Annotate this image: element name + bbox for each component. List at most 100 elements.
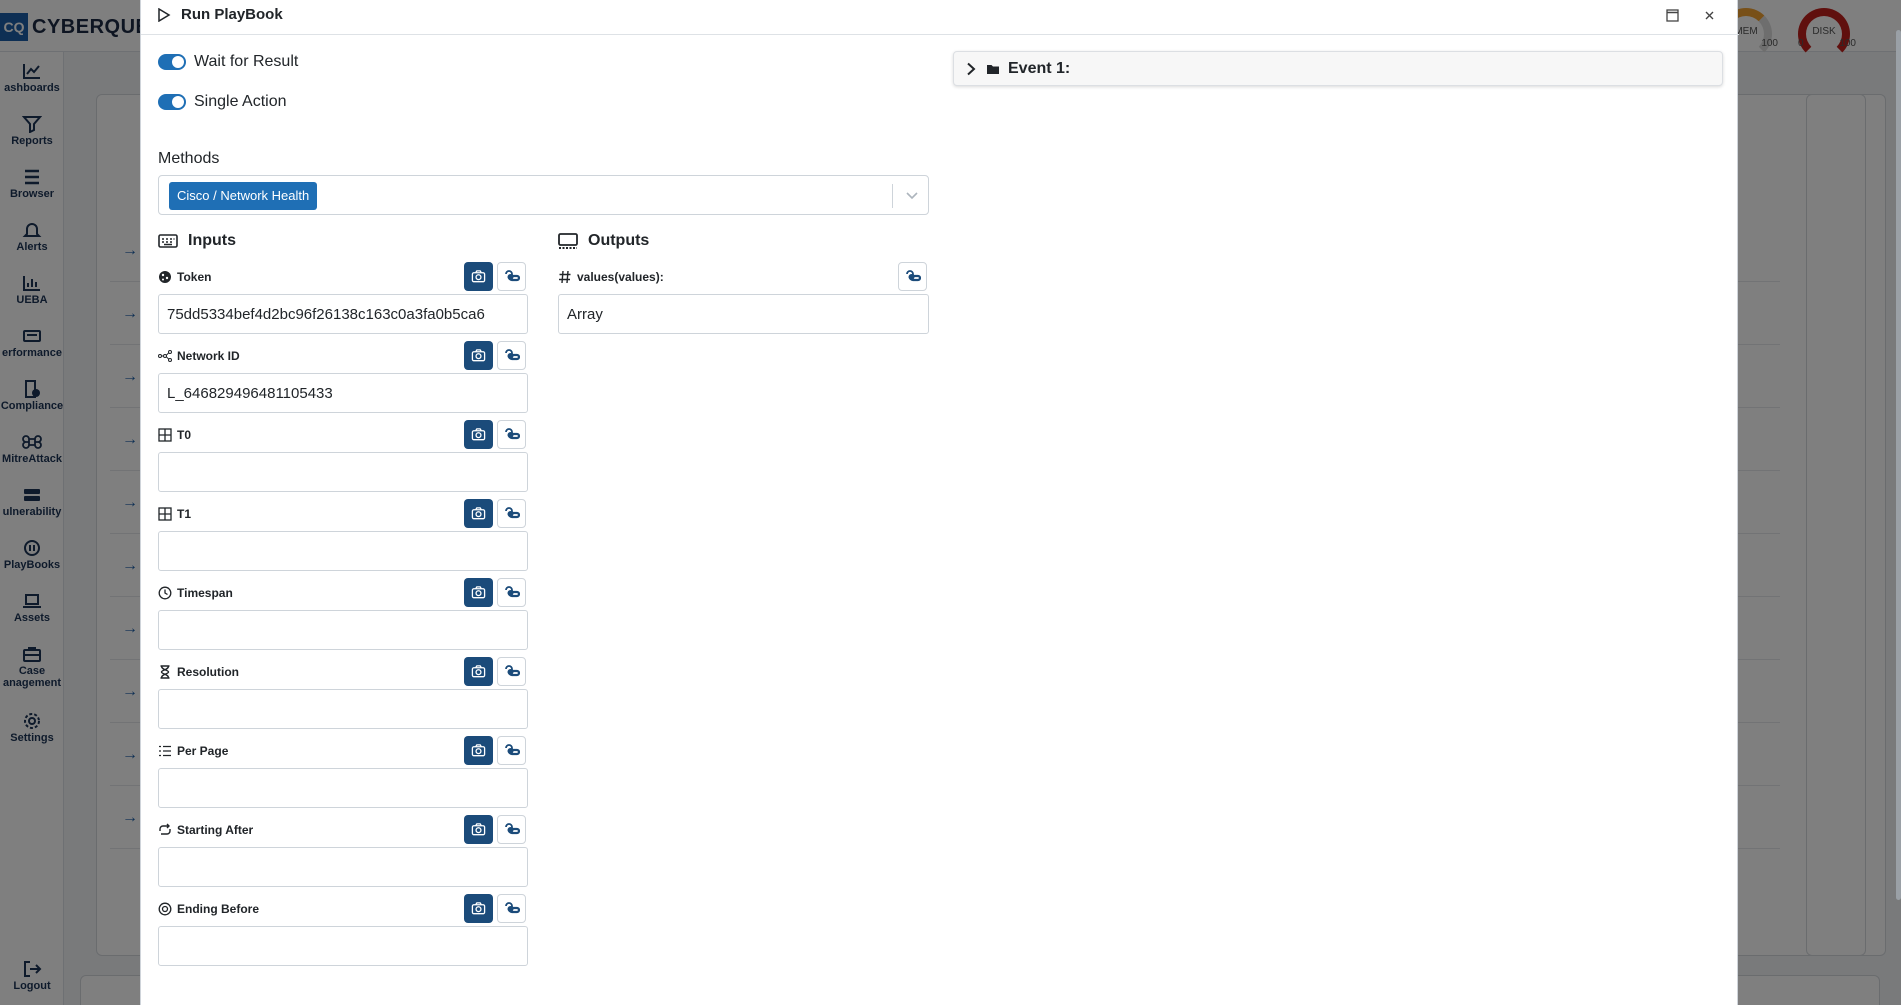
field-label-text: Starting After (177, 823, 254, 837)
per-page-label: Per Page (158, 744, 228, 758)
values-output-variable-button[interactable] (898, 262, 927, 291)
camera-icon (471, 349, 486, 362)
page-scrollbar[interactable] (1896, 30, 1901, 900)
t1-label: T1 (158, 507, 191, 521)
modal-title-text: Run PlayBook (181, 6, 283, 23)
timespan-capture-button[interactable] (464, 578, 493, 607)
resolution-label: Resolution (158, 665, 239, 679)
link-variable-icon (504, 664, 520, 676)
camera-icon (471, 823, 486, 836)
methods-select[interactable]: Cisco / Network Health (158, 175, 929, 215)
toggle-label: Single Action (194, 93, 287, 110)
timespan-input[interactable] (158, 610, 528, 650)
field-label-text: Timespan (177, 586, 233, 600)
monitor-icon (558, 233, 578, 249)
network-id-variable-button[interactable] (497, 341, 526, 370)
network-icon (158, 350, 172, 362)
field-label-text: T0 (177, 428, 192, 442)
inputs-section-title: Inputs (158, 232, 236, 250)
link-variable-icon (504, 506, 520, 518)
ending-before-input[interactable] (158, 926, 528, 966)
close-icon (1705, 11, 1713, 19)
folder-icon (987, 64, 999, 74)
link-variable-icon (504, 269, 520, 281)
field-label-text: T1 (177, 507, 192, 521)
values-output-input[interactable] (558, 294, 929, 334)
maximize-button[interactable] (1659, 3, 1685, 27)
close-button[interactable] (1696, 3, 1722, 27)
field-label-text: Token (177, 270, 212, 284)
t1-variable-button[interactable] (497, 499, 526, 528)
ending-before-label: Ending Before (158, 902, 259, 916)
t1-capture-button[interactable] (464, 499, 493, 528)
chevron-right-icon (967, 62, 976, 75)
wait-for-result-toggle[interactable]: Wait for Result (158, 53, 298, 71)
field-label-text: values(values): (577, 270, 664, 284)
camera-icon (471, 744, 486, 757)
maximize-icon (1665, 8, 1679, 22)
ending-before-variable-button[interactable] (497, 894, 526, 923)
field-label-text: Network ID (177, 349, 240, 363)
clock-icon (158, 586, 172, 600)
starting-after-label: Starting After (158, 823, 253, 837)
per-page-capture-button[interactable] (464, 736, 493, 765)
t1-input[interactable] (158, 531, 528, 571)
outputs-section-title: Outputs (558, 232, 649, 250)
t0-capture-button[interactable] (464, 420, 493, 449)
selected-method-chip[interactable]: Cisco / Network Health (169, 182, 318, 210)
starting-after-input[interactable] (158, 847, 528, 887)
table-icon (158, 428, 172, 442)
resolution-variable-button[interactable] (497, 657, 526, 686)
toggle-label: Wait for Result (194, 53, 299, 70)
token-label: Token (158, 270, 211, 284)
t0-variable-button[interactable] (497, 420, 526, 449)
camera-icon (471, 665, 486, 678)
t0-label: T0 (158, 428, 191, 442)
cookie-icon (159, 271, 171, 283)
methods-label: Methods (158, 150, 220, 167)
toggle-switch[interactable] (158, 94, 186, 110)
hash-icon (559, 270, 571, 284)
inputs-title-text: Inputs (188, 232, 236, 249)
hourglass-icon (160, 665, 170, 679)
t0-input[interactable] (158, 452, 528, 492)
values-output-label: values(values): (558, 270, 664, 284)
starting-after-variable-button[interactable] (497, 815, 526, 844)
network-id-capture-button[interactable] (464, 341, 493, 370)
table-icon (158, 507, 172, 521)
event-title: Event 1: (1008, 59, 1071, 77)
token-capture-button[interactable] (464, 262, 493, 291)
token-input[interactable] (158, 294, 528, 334)
resolution-capture-button[interactable] (464, 657, 493, 686)
link-variable-icon (504, 743, 520, 755)
keyboard-icon (158, 234, 178, 248)
network-id-input[interactable] (158, 373, 528, 413)
camera-icon (471, 902, 486, 915)
event-accordion[interactable]: Event 1: (953, 51, 1723, 86)
list-ordered-icon (159, 745, 171, 757)
toggle-switch[interactable] (158, 54, 186, 70)
modal-header: Run PlayBook (141, 0, 1739, 35)
per-page-input[interactable] (158, 768, 528, 808)
link-variable-icon (504, 822, 520, 834)
per-page-variable-button[interactable] (497, 736, 526, 765)
link-variable-icon (504, 348, 520, 360)
resolution-input[interactable] (158, 689, 528, 729)
run-playbook-modal: Run PlayBook Wait for Result Single Acti… (140, 0, 1739, 1005)
play-icon (158, 7, 171, 22)
field-label-text: Resolution (177, 665, 239, 679)
field-label-text: Ending Before (177, 902, 260, 916)
timespan-variable-button[interactable] (497, 578, 526, 607)
single-action-toggle[interactable]: Single Action (158, 93, 287, 111)
chevron-down-icon[interactable] (904, 187, 920, 203)
starting-after-capture-button[interactable] (464, 815, 493, 844)
network-id-label: Network ID (158, 349, 240, 363)
ending-before-capture-button[interactable] (464, 894, 493, 923)
token-variable-button[interactable] (497, 262, 526, 291)
field-label-text: Per Page (177, 744, 229, 758)
camera-icon (471, 428, 486, 441)
record-icon (158, 902, 172, 916)
link-variable-icon (905, 269, 921, 281)
timespan-label: Timespan (158, 586, 233, 600)
camera-icon (471, 586, 486, 599)
